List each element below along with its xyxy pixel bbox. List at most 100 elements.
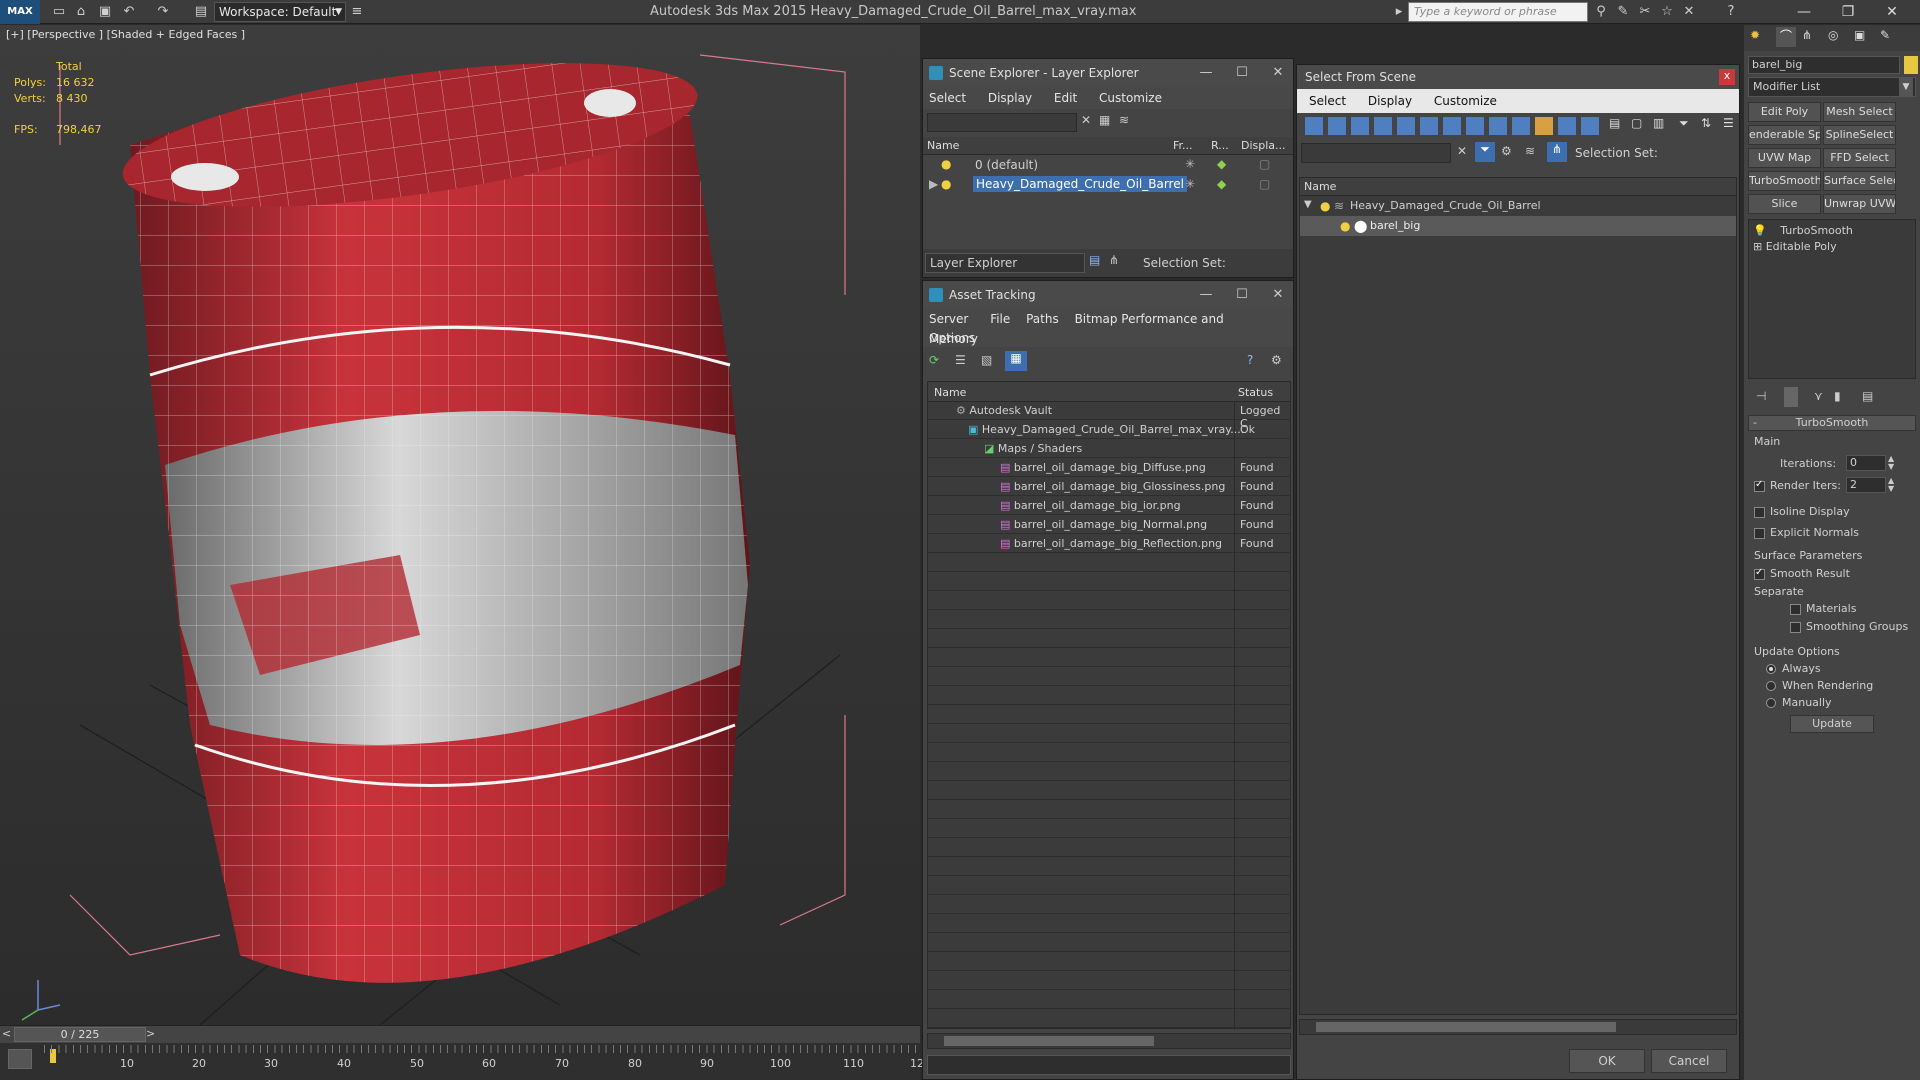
help-icon[interactable]: ?: [1722, 3, 1740, 21]
asset-path-field[interactable]: [927, 1055, 1291, 1075]
collapse-arrow-icon[interactable]: ▼: [1304, 199, 1312, 210]
display-box-icon[interactable]: ▢: [1259, 157, 1270, 171]
turbosmooth-rollout-header[interactable]: - TurboSmooth: [1748, 415, 1916, 431]
find-input[interactable]: [927, 113, 1077, 132]
unwrap-uvw-button[interactable]: Unwrap UVW: [1823, 194, 1896, 214]
menu-edit[interactable]: Edit: [1054, 91, 1077, 105]
viewport-label[interactable]: [+] [Perspective ] [Shaded + Edged Faces…: [6, 28, 245, 41]
new-file-icon[interactable]: ▭: [50, 3, 68, 21]
uvw-map-button[interactable]: UVW Map: [1748, 148, 1821, 168]
display-tab-icon[interactable]: ▣: [1854, 28, 1865, 42]
stack-item-editable-poly[interactable]: ⊞ Editable Poly: [1753, 240, 1911, 253]
tree-row[interactable]: ▼ ● ≋ Heavy_Damaged_Crude_Oil_Barrel: [1300, 196, 1736, 216]
freeze-icon[interactable]: ✳: [1185, 177, 1195, 191]
scrollbar-thumb[interactable]: [944, 1036, 1154, 1046]
menu-customize[interactable]: Customize: [1099, 91, 1162, 105]
undo-icon[interactable]: ↶: [120, 3, 138, 21]
lightbulb-icon[interactable]: ●: [941, 177, 951, 191]
lightbulb-icon[interactable]: ●: [941, 157, 951, 171]
refresh-icon[interactable]: ⟳: [929, 353, 939, 367]
smooth-result-checkbox[interactable]: [1754, 567, 1765, 580]
asset-row[interactable]: ⚙ Autodesk Vault Logged C: [956, 404, 1286, 430]
configure-sets-icon[interactable]: ▤: [1862, 389, 1873, 403]
filter-icon[interactable]: ▦: [1099, 113, 1110, 127]
show-end-result-icon[interactable]: [1784, 387, 1798, 407]
select-all-icon[interactable]: ▤: [1609, 116, 1620, 130]
display-shapes-icon[interactable]: [1328, 117, 1346, 135]
layer-icon[interactable]: ≋: [1119, 113, 1129, 127]
close-x-icon[interactable]: ✕: [1680, 3, 1698, 21]
options-icon[interactable]: ☰: [1723, 116, 1734, 130]
remove-modifier-icon[interactable]: ▮: [1834, 389, 1841, 403]
materials-checkbox[interactable]: [1790, 602, 1801, 615]
search-input[interactable]: Type a keyword or phrase: [1408, 2, 1588, 22]
iterations-spinner-arrows[interactable]: ▲ ▼: [1888, 455, 1894, 471]
track-bar[interactable]: 10 20 30 40 50 60 70 80 90 100 110 12: [0, 1043, 924, 1080]
menu-select[interactable]: Select: [929, 91, 966, 105]
hierarchy-tab-icon[interactable]: ⋔: [1802, 28, 1812, 42]
display-lights-icon[interactable]: [1351, 117, 1369, 135]
stack-item-turbosmooth[interactable]: 💡 TurboSmooth: [1753, 224, 1911, 237]
cancel-button[interactable]: Cancel: [1651, 1049, 1727, 1073]
menu-display[interactable]: Display: [988, 91, 1032, 105]
iterations-spinner[interactable]: 0: [1846, 455, 1886, 471]
select-invert-icon[interactable]: ▥: [1653, 116, 1664, 130]
col-render[interactable]: R...: [1211, 139, 1229, 152]
horizontal-scrollbar[interactable]: [927, 1033, 1291, 1049]
menu-server[interactable]: Server: [929, 312, 968, 326]
select-none-icon[interactable]: ▢: [1631, 116, 1642, 130]
lightbulb-icon[interactable]: 💡: [1753, 224, 1767, 237]
display-helpers-icon[interactable]: [1397, 117, 1415, 135]
close-window-button[interactable]: ✕: [1874, 0, 1910, 24]
workspace-dropdown[interactable]: Workspace: Default ▼: [214, 2, 346, 22]
dropdown-arrow-icon[interactable]: ▼: [1899, 78, 1913, 96]
horizontal-scrollbar[interactable]: [1299, 1019, 1737, 1035]
minimize-button[interactable]: —: [1191, 281, 1221, 309]
filter-active-icon[interactable]: ⏷: [1475, 142, 1495, 162]
asset-tracking-titlebar[interactable]: Asset Tracking — ☐ ✕: [923, 281, 1293, 309]
freeze-icon[interactable]: ✳: [1185, 157, 1195, 171]
asset-row[interactable]: ▤ barrel_oil_damage_big_ior.png Found: [1000, 499, 1286, 512]
favorites-icon[interactable]: ☆: [1658, 3, 1676, 21]
display-containers-icon[interactable]: [1512, 117, 1530, 135]
renderable-spline-button[interactable]: enderable Splir: [1748, 125, 1821, 145]
utilities-tab-icon[interactable]: ✎: [1880, 28, 1890, 42]
tools-icon[interactable]: ✎: [1614, 3, 1632, 21]
menu-file[interactable]: File: [990, 312, 1010, 326]
asset-row[interactable]: ▤ barrel_oil_damage_big_Reflection.png F…: [1000, 537, 1286, 550]
slice-button[interactable]: Slice: [1748, 194, 1821, 214]
explorer-type-dropdown[interactable]: Layer Explorer: [925, 253, 1085, 273]
maximize-button[interactable]: ☐: [1227, 59, 1257, 87]
motion-tab-icon[interactable]: ◎: [1828, 28, 1838, 42]
smoothing-groups-checkbox[interactable]: [1790, 620, 1801, 633]
mini-curve-editor-icon[interactable]: [8, 1049, 32, 1069]
app-menu-button[interactable]: MAX: [0, 0, 40, 24]
scrollbar-thumb[interactable]: [1316, 1022, 1616, 1032]
make-unique-icon[interactable]: ⋎: [1814, 389, 1823, 403]
spline-select-button[interactable]: SplineSelect: [1823, 125, 1896, 145]
menu-customize[interactable]: Customize: [1434, 94, 1497, 108]
col-name[interactable]: Name: [934, 386, 966, 399]
settings-icon[interactable]: ⚙: [1271, 353, 1282, 367]
display-groups-icon[interactable]: [1443, 117, 1461, 135]
layer-row[interactable]: ▶ ● Heavy_Damaged_Crude_Oil_Barrel ✳ ◆ ▢: [923, 175, 1293, 195]
col-name[interactable]: Name: [927, 139, 959, 152]
binoculars-icon[interactable]: ⚲: [1592, 3, 1610, 21]
modifier-list-dropdown[interactable]: Modifier List ▼: [1748, 77, 1916, 97]
time-prev-button[interactable]: <: [2, 1027, 11, 1040]
table-view-icon[interactable]: ▦: [1005, 351, 1027, 371]
object-color-swatch[interactable]: [1904, 56, 1918, 74]
menu-select[interactable]: Select: [1309, 94, 1346, 108]
display-hidden-icon[interactable]: [1558, 117, 1576, 135]
save-icon[interactable]: ▣: [96, 3, 114, 21]
close-button[interactable]: ✕: [1263, 59, 1293, 87]
display-geometry-icon[interactable]: [1305, 117, 1323, 135]
lightbulb-icon[interactable]: ●: [1340, 219, 1350, 233]
ok-button[interactable]: OK: [1569, 1049, 1645, 1073]
clear-find-icon[interactable]: ✕: [1081, 113, 1091, 127]
col-freeze[interactable]: Fr...: [1173, 139, 1193, 152]
collapse-rollout-icon[interactable]: -: [1753, 416, 1757, 430]
ffd-select-button[interactable]: FFD Select: [1823, 148, 1896, 168]
close-button[interactable]: ✕: [1263, 281, 1293, 309]
time-slider[interactable]: 0 / 225: [14, 1027, 146, 1042]
